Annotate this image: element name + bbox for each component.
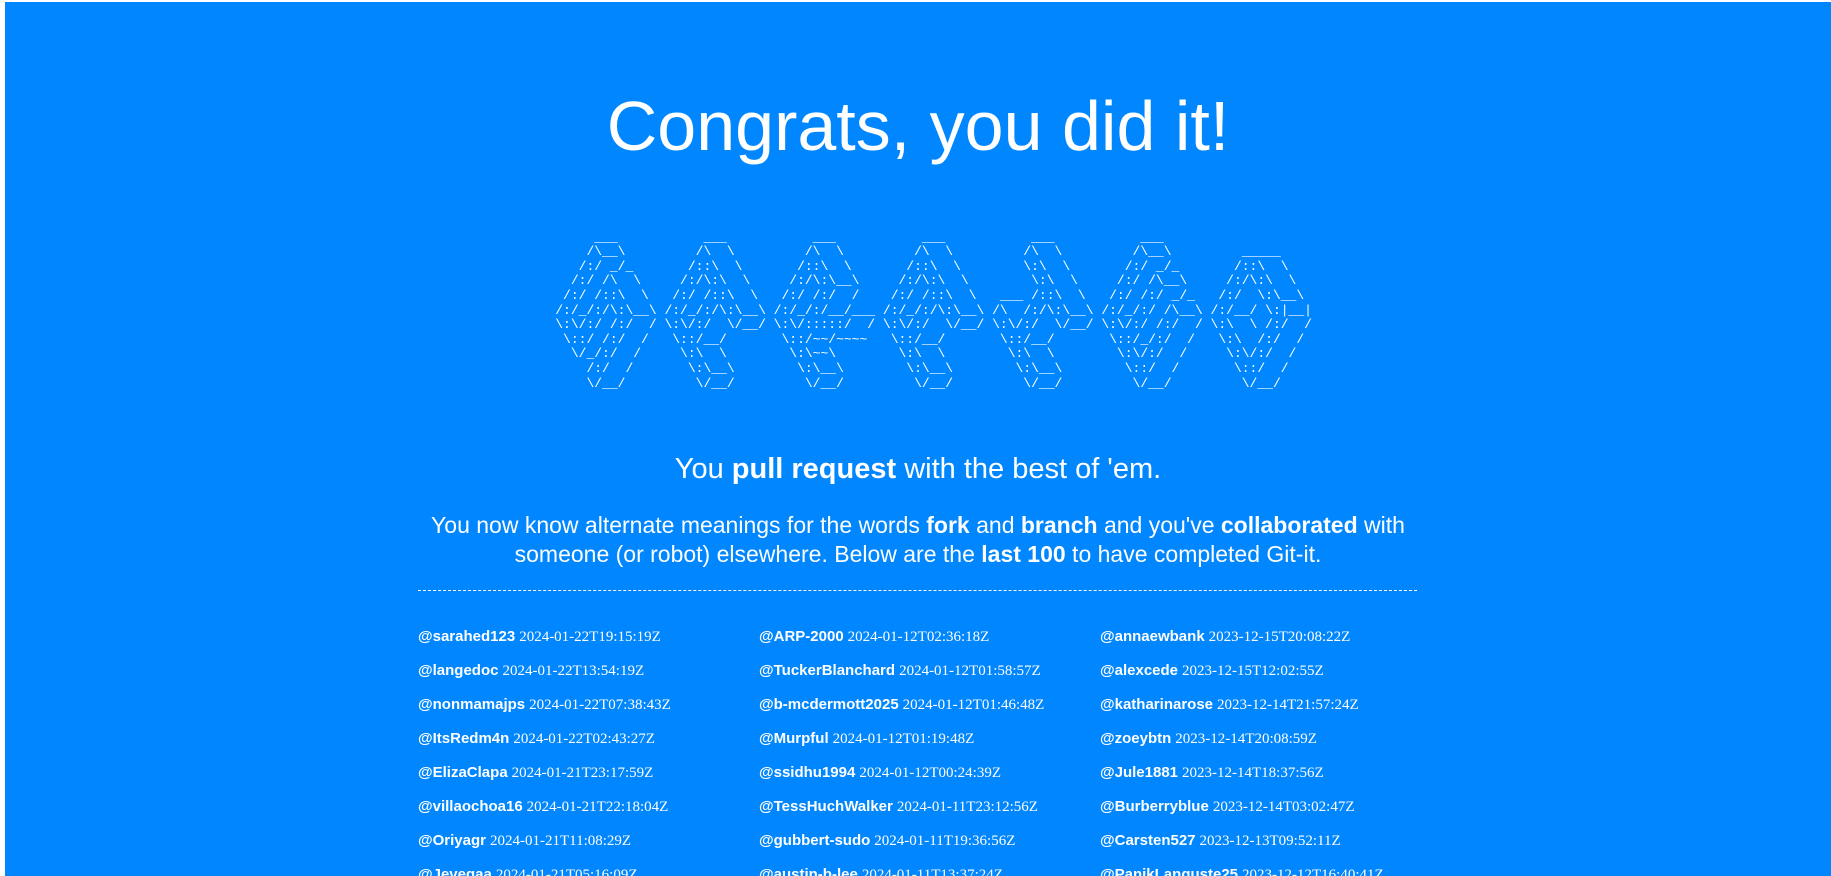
completion-timestamp: 2023-12-13T09:52:11Z [1199,833,1341,849]
username-link[interactable]: @alexcede [1100,662,1178,679]
completion-timestamp: 2023-12-14T20:08:59Z [1175,731,1317,747]
list-item: @Murpful 2024-01-12T01:19:48Z [759,728,1100,762]
username-link[interactable]: @annaewbank [1100,628,1205,645]
list-item: @gubbert-sudo 2024-01-11T19:36:56Z [759,830,1100,864]
username-link[interactable]: @b-mcdermott2025 [759,696,899,713]
completion-timestamp: 2024-01-21T05:16:09Z [495,867,638,876]
completions-list: @sarahed123 2024-01-22T19:15:19Z @langedoc… [418,626,1428,876]
completion-timestamp: 2024-01-11T19:36:56Z [874,833,1016,849]
ascii-art-banner: ___ ___ ___ ___ ___ ___ /\__\ /\ \ /\ \ … [5,216,1831,406]
tagline: You pull request with the best of 'em. [5,451,1831,487]
blurb-bold-fork: fork [926,512,970,538]
list-item: @zoeybtn 2023-12-14T20:08:59Z [1100,728,1428,762]
username-link[interactable]: @villaochoa16 [418,798,523,815]
username-link[interactable]: @Carsten527 [1100,832,1196,849]
username-link[interactable]: @TessHuchWalker [759,798,893,815]
list-item: @Burberryblue 2023-12-14T03:02:47Z [1100,796,1428,830]
username-link[interactable]: @katharinarose [1100,696,1213,713]
username-link[interactable]: @Oriyagr [418,832,486,849]
username-link[interactable]: @TuckerBlanchard [759,662,895,679]
list-item: @Jevegaa 2024-01-21T05:16:09Z [418,864,759,876]
tagline-bold: pull request [731,453,897,485]
list-item: @ElizaClapa 2024-01-21T23:17:59Z [418,762,759,796]
username-link[interactable]: @langedoc [418,662,498,679]
username-link[interactable]: @sarahed123 [418,628,515,645]
list-item: @TuckerBlanchard 2024-01-12T01:58:57Z [759,660,1100,694]
blurb-text-1: You now know alternate meanings for the … [431,512,927,538]
username-link[interactable]: @gubbert-sudo [759,832,870,849]
tagline-post: with the best of 'em. [896,453,1162,485]
username-link[interactable]: @Murpful [759,730,829,747]
completion-timestamp: 2024-01-12T02:36:18Z [847,629,990,645]
completion-timestamp: 2023-12-14T03:02:47Z [1212,799,1355,815]
completion-timestamp: 2024-01-22T19:15:19Z [519,629,661,645]
list-item: @villaochoa16 2024-01-21T22:18:04Z [418,796,759,830]
list-item: @ssidhu1994 2024-01-12T00:24:39Z [759,762,1100,796]
completion-timestamp: 2024-01-11T13:37:24Z [861,867,1003,876]
username-link[interactable]: @ssidhu1994 [759,764,855,781]
list-item: @TessHuchWalker 2024-01-11T23:12:56Z [759,796,1100,830]
username-link[interactable]: @ItsRedm4n [418,730,509,747]
completion-timestamp: 2023-12-15T12:02:55Z [1182,663,1324,679]
list-item: @katharinarose 2023-12-14T21:57:24Z [1100,694,1428,728]
list-item: @nonmamajps 2024-01-22T07:38:43Z [418,694,759,728]
username-link[interactable]: @nonmamajps [418,696,525,713]
dashed-divider [418,590,1417,591]
list-item: @alexcede 2023-12-15T12:02:55Z [1100,660,1428,694]
username-link[interactable]: @Burberryblue [1100,798,1209,815]
completion-timestamp: 2024-01-22T07:38:43Z [529,697,671,713]
completion-timestamp: 2023-12-12T16:40:41Z [1242,867,1384,876]
username-link[interactable]: @Jule1881 [1100,764,1178,781]
completion-timestamp: 2024-01-21T11:08:29Z [489,833,632,849]
completion-timestamp: 2024-01-22T13:54:19Z [502,663,645,679]
username-link[interactable]: @ElizaClapa [418,764,508,781]
blurb-text-2: and [969,512,1021,538]
blurb-bold-collaborated: collaborated [1220,512,1358,538]
tagline-pre: You [674,453,732,485]
blurb-bold-last-100: last 100 [981,541,1066,567]
completion-page: Congrats, you did it! ___ ___ ___ ___ __… [5,2,1831,876]
completion-timestamp: 2023-12-14T18:37:56Z [1182,765,1324,781]
completion-timestamp: 2024-01-11T23:12:56Z [896,799,1038,815]
completion-timestamp: 2024-01-12T01:58:57Z [899,663,1041,679]
blurb-bold-branch: branch [1020,512,1098,538]
completion-timestamp: 2024-01-12T01:46:48Z [902,697,1045,713]
list-item: @Jule1881 2023-12-14T18:37:56Z [1100,762,1428,796]
blurb-text-3: and you've [1097,512,1221,538]
username-link[interactable]: @ARP-2000 [759,628,844,645]
list-item: @Oriyagr 2024-01-21T11:08:29Z [418,830,759,864]
completion-timestamp: 2023-12-15T20:08:22Z [1208,629,1351,645]
completion-timestamp: 2024-01-21T22:18:04Z [526,799,669,815]
list-item: @b-mcdermott2025 2024-01-12T01:46:48Z [759,694,1100,728]
list-item: @austin-b-lee 2024-01-11T13:37:24Z [759,864,1100,876]
list-item: @langedoc 2024-01-22T13:54:19Z [418,660,759,694]
list-item: @ARP-2000 2024-01-12T02:36:18Z [759,626,1100,660]
username-link[interactable]: @zoeybtn [1100,730,1171,747]
list-item: @annaewbank 2023-12-15T20:08:22Z [1100,626,1428,660]
description-text: You now know alternate meanings for the … [415,511,1421,569]
list-item: @PanikLanguste25 2023-12-12T16:40:41Z [1100,864,1428,876]
list-item: @sarahed123 2024-01-22T19:15:19Z [418,626,759,660]
blurb-text-5: to have completed Git-it. [1065,541,1322,567]
completion-timestamp: 2024-01-12T01:19:48Z [832,731,975,747]
username-link[interactable]: @PanikLanguste25 [1100,866,1238,876]
completion-timestamp: 2024-01-21T23:17:59Z [511,765,654,781]
username-link[interactable]: @Jevegaa [418,866,492,876]
list-item: @ItsRedm4n 2024-01-22T02:43:27Z [418,728,759,762]
username-link[interactable]: @austin-b-lee [759,866,858,876]
page-title: Congrats, you did it! [606,87,1230,165]
list-item: @Carsten527 2023-12-13T09:52:11Z [1100,830,1428,864]
completion-timestamp: 2024-01-22T02:43:27Z [513,731,655,747]
completion-timestamp: 2023-12-14T21:57:24Z [1217,697,1359,713]
ascii-art: ___ ___ ___ ___ ___ ___ /\__\ /\ \ /\ \ … [555,229,1312,391]
completion-timestamp: 2024-01-12T00:24:39Z [859,765,1001,781]
